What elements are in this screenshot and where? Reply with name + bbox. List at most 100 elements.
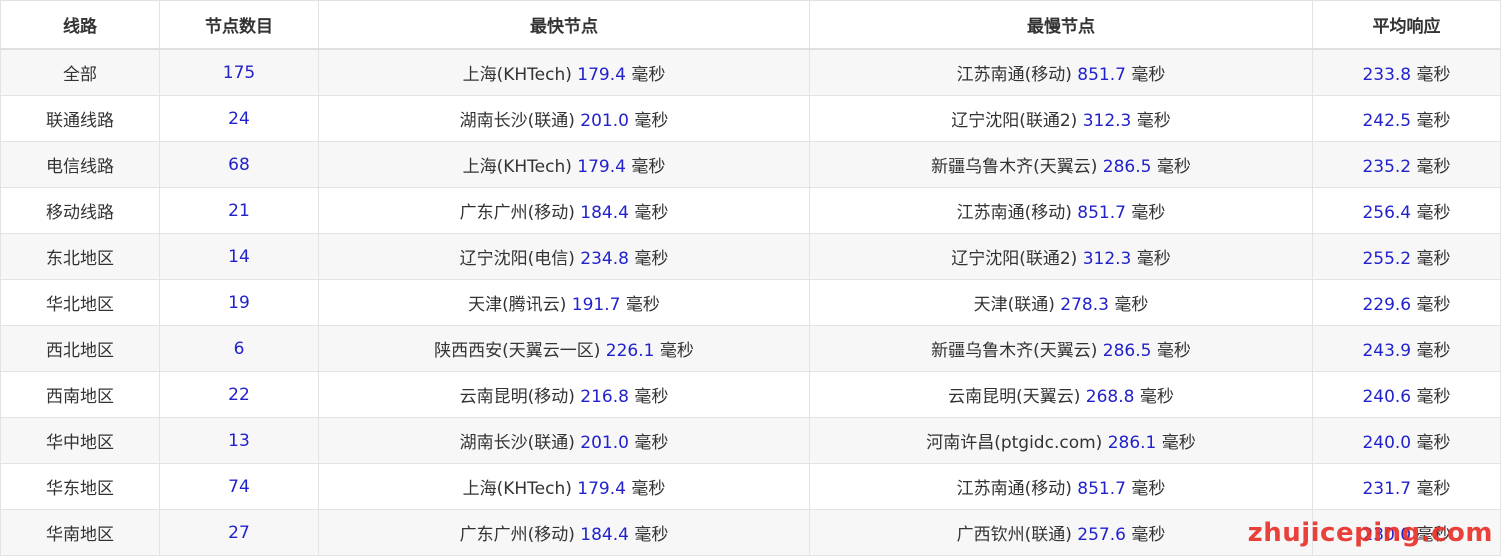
average-ms: 256.4 xyxy=(1362,203,1412,223)
slowest-node-name: 河南许昌(ptgidc.com) xyxy=(926,433,1103,453)
cell-average-response: 230.0 毫秒 xyxy=(1312,509,1501,556)
unit-label: 毫秒 xyxy=(1416,525,1451,545)
slowest-node-name: 新疆乌鲁木齐(天翼云) xyxy=(931,341,1098,361)
unit-label: 毫秒 xyxy=(1114,295,1149,315)
unit-label: 毫秒 xyxy=(1416,341,1451,361)
table-header: 线路 节点数目 最快节点 最慢节点 平均响应 xyxy=(0,0,1501,50)
node-count: 175 xyxy=(222,62,256,83)
cell-slowest-node: 江苏南通(移动) 851.7 毫秒 xyxy=(809,463,1313,510)
table-row: 华南地区 27 广东广州(移动) 184.4 毫秒 广西钦州(联通) 257.6 毫秒… xyxy=(0,509,1501,556)
average-ms: 255.2 xyxy=(1362,249,1412,269)
cell-average-response: 235.2 毫秒 xyxy=(1312,141,1501,188)
unit-label: 毫秒 xyxy=(1161,433,1196,453)
fastest-node-ms: 216.8 xyxy=(580,387,629,407)
fastest-node-name: 天津(腾讯云) xyxy=(468,295,567,315)
unit-label: 毫秒 xyxy=(634,525,669,545)
fastest-node-name: 广东广州(移动) xyxy=(459,525,575,545)
cell-average-response: 255.2 毫秒 xyxy=(1312,233,1501,280)
fastest-node-ms: 201.0 xyxy=(580,111,629,131)
cell-slowest-node: 辽宁沈阳(联通2) 312.3 毫秒 xyxy=(809,233,1313,280)
line-name: 西南地区 xyxy=(46,387,114,407)
cell-fastest-node: 广东广州(移动) 184.4 毫秒 xyxy=(318,509,810,556)
fastest-node-name: 上海(KHTech) xyxy=(462,65,572,85)
unit-label: 毫秒 xyxy=(631,65,666,85)
slowest-node-ms: 278.3 xyxy=(1060,295,1109,315)
unit-label: 毫秒 xyxy=(1131,203,1166,223)
unit-label: 毫秒 xyxy=(659,341,694,361)
unit-label: 毫秒 xyxy=(634,433,669,453)
node-count: 74 xyxy=(228,476,250,497)
fastest-node-name: 陕西西安(天翼云一区) xyxy=(434,341,601,361)
unit-label: 毫秒 xyxy=(631,479,666,499)
fastest-node-ms: 184.4 xyxy=(580,203,629,223)
slowest-node-ms: 851.7 xyxy=(1077,65,1126,85)
node-count: 68 xyxy=(228,154,250,175)
line-name: 华东地区 xyxy=(46,479,114,499)
cell-average-response: 240.6 毫秒 xyxy=(1312,371,1501,418)
header-node-count: 节点数目 xyxy=(159,0,319,50)
slowest-node-name: 广西钦州(联通) xyxy=(956,525,1072,545)
cell-fastest-node: 天津(腾讯云) 191.7 毫秒 xyxy=(318,279,810,326)
fastest-node-name: 云南昆明(移动) xyxy=(459,387,575,407)
fastest-node-name: 广东广州(移动) xyxy=(459,203,575,223)
cell-average-response: 243.9 毫秒 xyxy=(1312,325,1501,372)
cell-line: 电信线路 xyxy=(0,141,160,188)
fastest-node-ms: 179.4 xyxy=(577,65,626,85)
fastest-node-ms: 179.4 xyxy=(577,157,626,177)
cell-fastest-node: 湖南长沙(联通) 201.0 毫秒 xyxy=(318,95,810,142)
slowest-node-name: 天津(联通) xyxy=(973,295,1055,315)
slowest-node-name: 辽宁沈阳(联通2) xyxy=(951,249,1078,269)
header-line: 线路 xyxy=(0,0,160,50)
table-body: 全部 175 上海(KHTech) 179.4 毫秒 江苏南通(移动) 851.7 毫… xyxy=(0,48,1501,556)
unit-label: 毫秒 xyxy=(1139,387,1174,407)
cell-slowest-node: 河南许昌(ptgidc.com) 286.1 毫秒 xyxy=(809,417,1313,464)
slowest-node-ms: 312.3 xyxy=(1082,249,1132,269)
average-ms: 243.9 xyxy=(1362,341,1412,361)
cell-average-response: 256.4 毫秒 xyxy=(1312,187,1501,234)
unit-label: 毫秒 xyxy=(1416,479,1451,499)
unit-label: 毫秒 xyxy=(1131,65,1166,85)
unit-label: 毫秒 xyxy=(634,387,669,407)
table-row: 西北地区 6 陕西西安(天翼云一区) 226.1 毫秒 新疆乌鲁木齐(天翼云) 286… xyxy=(0,325,1501,372)
header-slowest-node: 最慢节点 xyxy=(809,0,1313,50)
unit-label: 毫秒 xyxy=(631,157,666,177)
fastest-node-name: 辽宁沈阳(电信) xyxy=(459,249,575,269)
cell-slowest-node: 天津(联通) 278.3 毫秒 xyxy=(809,279,1313,326)
fastest-node-ms: 184.4 xyxy=(580,525,629,545)
node-count: 27 xyxy=(228,522,250,543)
cell-fastest-node: 广东广州(移动) 184.4 毫秒 xyxy=(318,187,810,234)
cell-slowest-node: 云南昆明(天翼云) 268.8 毫秒 xyxy=(809,371,1313,418)
cell-slowest-node: 广西钦州(联通) 257.6 毫秒 xyxy=(809,509,1313,556)
cell-line: 全部 xyxy=(0,48,160,96)
cell-node-count: 68 xyxy=(159,141,319,188)
header-average-response: 平均响应 xyxy=(1312,0,1501,50)
unit-label: 毫秒 xyxy=(1416,203,1451,223)
cell-average-response: 233.8 毫秒 xyxy=(1312,48,1501,96)
line-name: 联通线路 xyxy=(46,111,114,131)
cell-average-response: 242.5 毫秒 xyxy=(1312,95,1501,142)
table-row: 华北地区 19 天津(腾讯云) 191.7 毫秒 天津(联通) 278.3 毫秒 229… xyxy=(0,279,1501,326)
unit-label: 毫秒 xyxy=(1156,341,1191,361)
node-count: 19 xyxy=(228,292,250,313)
table-row: 移动线路 21 广东广州(移动) 184.4 毫秒 江苏南通(移动) 851.7 毫秒… xyxy=(0,187,1501,234)
node-count: 21 xyxy=(228,200,250,221)
cell-fastest-node: 湖南长沙(联通) 201.0 毫秒 xyxy=(318,417,810,464)
average-ms: 233.8 xyxy=(1362,65,1412,85)
cell-fastest-node: 上海(KHTech) 179.4 毫秒 xyxy=(318,463,810,510)
cell-slowest-node: 辽宁沈阳(联通2) 312.3 毫秒 xyxy=(809,95,1313,142)
unit-label: 毫秒 xyxy=(634,203,669,223)
cell-fastest-node: 陕西西安(天翼云一区) 226.1 毫秒 xyxy=(318,325,810,372)
average-ms: 229.6 xyxy=(1362,295,1412,315)
slowest-node-name: 辽宁沈阳(联通2) xyxy=(951,111,1078,131)
cell-line: 西南地区 xyxy=(0,371,160,418)
cell-node-count: 14 xyxy=(159,233,319,280)
slowest-node-ms: 851.7 xyxy=(1077,479,1126,499)
cell-line: 华北地区 xyxy=(0,279,160,326)
unit-label: 毫秒 xyxy=(1136,249,1171,269)
unit-label: 毫秒 xyxy=(1156,157,1191,177)
slowest-node-name: 云南昆明(天翼云) xyxy=(948,387,1081,407)
table-row: 电信线路 68 上海(KHTech) 179.4 毫秒 新疆乌鲁木齐(天翼云) 286… xyxy=(0,141,1501,188)
cell-slowest-node: 江苏南通(移动) 851.7 毫秒 xyxy=(809,48,1313,96)
average-ms: 231.7 xyxy=(1362,479,1412,499)
cell-node-count: 74 xyxy=(159,463,319,510)
